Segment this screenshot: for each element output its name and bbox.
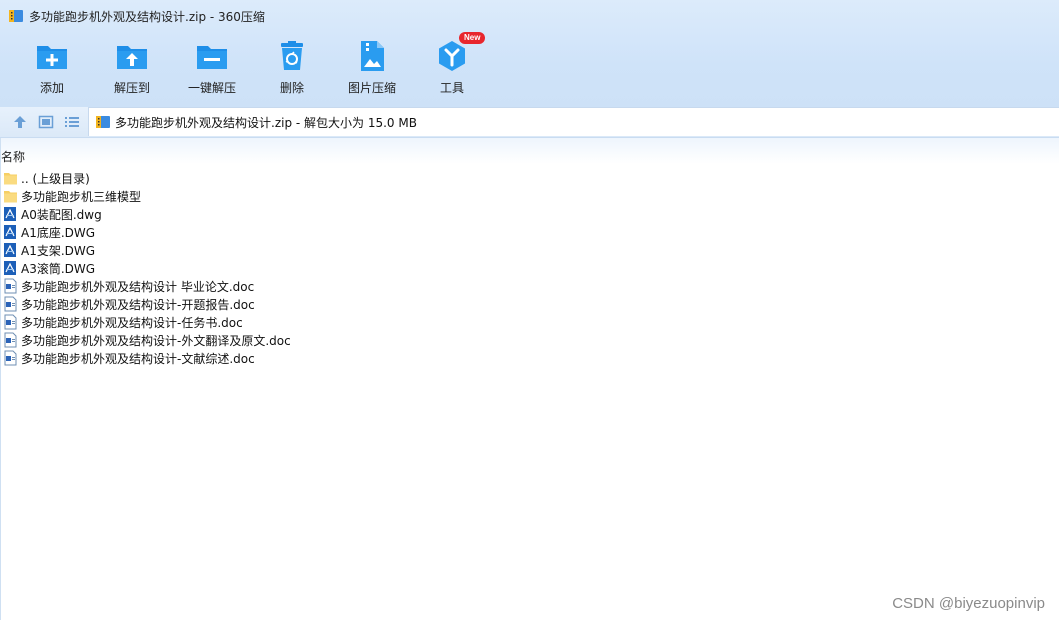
tools-button[interactable]: New 工具 (417, 32, 487, 100)
list-item[interactable]: 多功能跑步机外观及结构设计-外文翻译及原文.doc (3, 331, 291, 349)
one-click-extract-button-label: 一键解压 (187, 81, 236, 95)
zip-archive-icon (96, 116, 110, 128)
file-name: 多功能跑步机外观及结构设计-开题报告.doc (21, 297, 255, 312)
folder-icon (4, 191, 17, 203)
list-item[interactable]: 多功能跑步机外观及结构设计 毕业论文.doc (3, 277, 291, 295)
add-folder-icon (37, 46, 67, 69)
left-border (0, 138, 1, 620)
extract-to-button-label: 解压到 (113, 81, 150, 95)
list-item-parent-dir[interactable]: .. (上级目录) (3, 169, 291, 187)
list-item[interactable]: A1支架.DWG (3, 241, 291, 259)
tools-icon (439, 41, 465, 71)
dwg-file-icon (4, 207, 16, 221)
file-name: 多功能跑步机外观及结构设计-外文翻译及原文.doc (21, 333, 291, 348)
file-name: 多功能跑步机三维模型 (21, 189, 142, 204)
file-name: .. (上级目录) (21, 171, 90, 186)
extract-to-button[interactable]: 解压到 (97, 36, 167, 100)
dwg-file-icon (4, 261, 16, 275)
file-name: A1底座.DWG (21, 225, 96, 240)
doc-file-icon (4, 350, 17, 366)
doc-file-icon (4, 296, 17, 312)
column-header-name[interactable]: 名称 (1, 148, 25, 165)
file-name: 多功能跑步机外观及结构设计-任务书.doc (21, 315, 243, 330)
dwg-file-icon (4, 243, 16, 257)
address-row: 多功能跑步机外观及结构设计.zip - 解包大小为 15.0 MB (0, 107, 1059, 138)
archive-window: 多功能跑步机外观及结构设计.zip - 360压缩 添加 解压到 一键解压 删除… (0, 0, 1059, 620)
title-toolbar-area: 多功能跑步机外观及结构设计.zip - 360压缩 添加 解压到 一键解压 删除… (0, 0, 1059, 107)
image-compress-button-label: 图片压缩 (347, 81, 396, 95)
add-button[interactable]: 添加 (17, 36, 87, 100)
new-badge: New (459, 32, 486, 44)
one-click-extract-icon (197, 46, 227, 69)
list-item[interactable]: 多功能跑步机外观及结构设计-开题报告.doc (3, 295, 291, 313)
doc-file-icon (4, 278, 17, 294)
folder-icon (4, 173, 17, 185)
delete-button-label: 删除 (279, 81, 304, 95)
file-name: A0装配图.dwg (21, 207, 102, 222)
list-item[interactable]: A0装配图.dwg (3, 205, 291, 223)
trash-icon (281, 41, 303, 70)
window-title: 多功能跑步机外观及结构设计.zip - 360压缩 (29, 9, 265, 24)
file-name: A1支架.DWG (21, 243, 96, 258)
list-item[interactable]: A1底座.DWG (3, 223, 291, 241)
address-bar[interactable]: 多功能跑步机外观及结构设计.zip - 解包大小为 15.0 MB (88, 107, 1059, 136)
dwg-file-icon (4, 225, 16, 239)
delete-button[interactable]: 删除 (257, 36, 327, 100)
title-bar: 多功能跑步机外观及结构设计.zip - 360压缩 (8, 6, 265, 26)
file-name: 多功能跑步机外观及结构设计-文献综述.doc (21, 351, 255, 366)
up-arrow-icon[interactable] (12, 114, 28, 130)
list-item[interactable]: 多功能跑步机外观及结构设计-文献综述.doc (3, 349, 291, 367)
image-compress-icon (361, 41, 384, 71)
column-header-band (0, 138, 1059, 164)
list-item[interactable]: 多功能跑步机外观及结构设计-任务书.doc (3, 313, 291, 331)
watermark: CSDN @biyezuopinvip (892, 595, 1045, 612)
image-compress-button[interactable]: 图片压缩 (337, 36, 407, 100)
zip-archive-icon (9, 10, 23, 22)
thumbnail-view-icon[interactable] (38, 114, 54, 130)
doc-file-icon (4, 314, 17, 330)
file-list: .. (上级目录) 多功能跑步机三维模型 A0装配图.dwg A1底座.DWG … (3, 169, 291, 367)
list-view-icon[interactable] (64, 114, 80, 130)
address-path: 多功能跑步机外观及结构设计.zip - 解包大小为 15.0 MB (115, 115, 417, 130)
list-item[interactable]: A3滚筒.DWG (3, 259, 291, 277)
doc-file-icon (4, 332, 17, 348)
file-name: A3滚筒.DWG (21, 261, 96, 276)
file-name: 多功能跑步机外观及结构设计 毕业论文.doc (21, 279, 255, 294)
one-click-extract-button[interactable]: 一键解压 (177, 36, 247, 100)
list-item[interactable]: 多功能跑步机三维模型 (3, 187, 291, 205)
extract-to-icon (117, 46, 147, 69)
add-button-label: 添加 (39, 81, 64, 95)
tools-button-label: 工具 (439, 81, 464, 95)
